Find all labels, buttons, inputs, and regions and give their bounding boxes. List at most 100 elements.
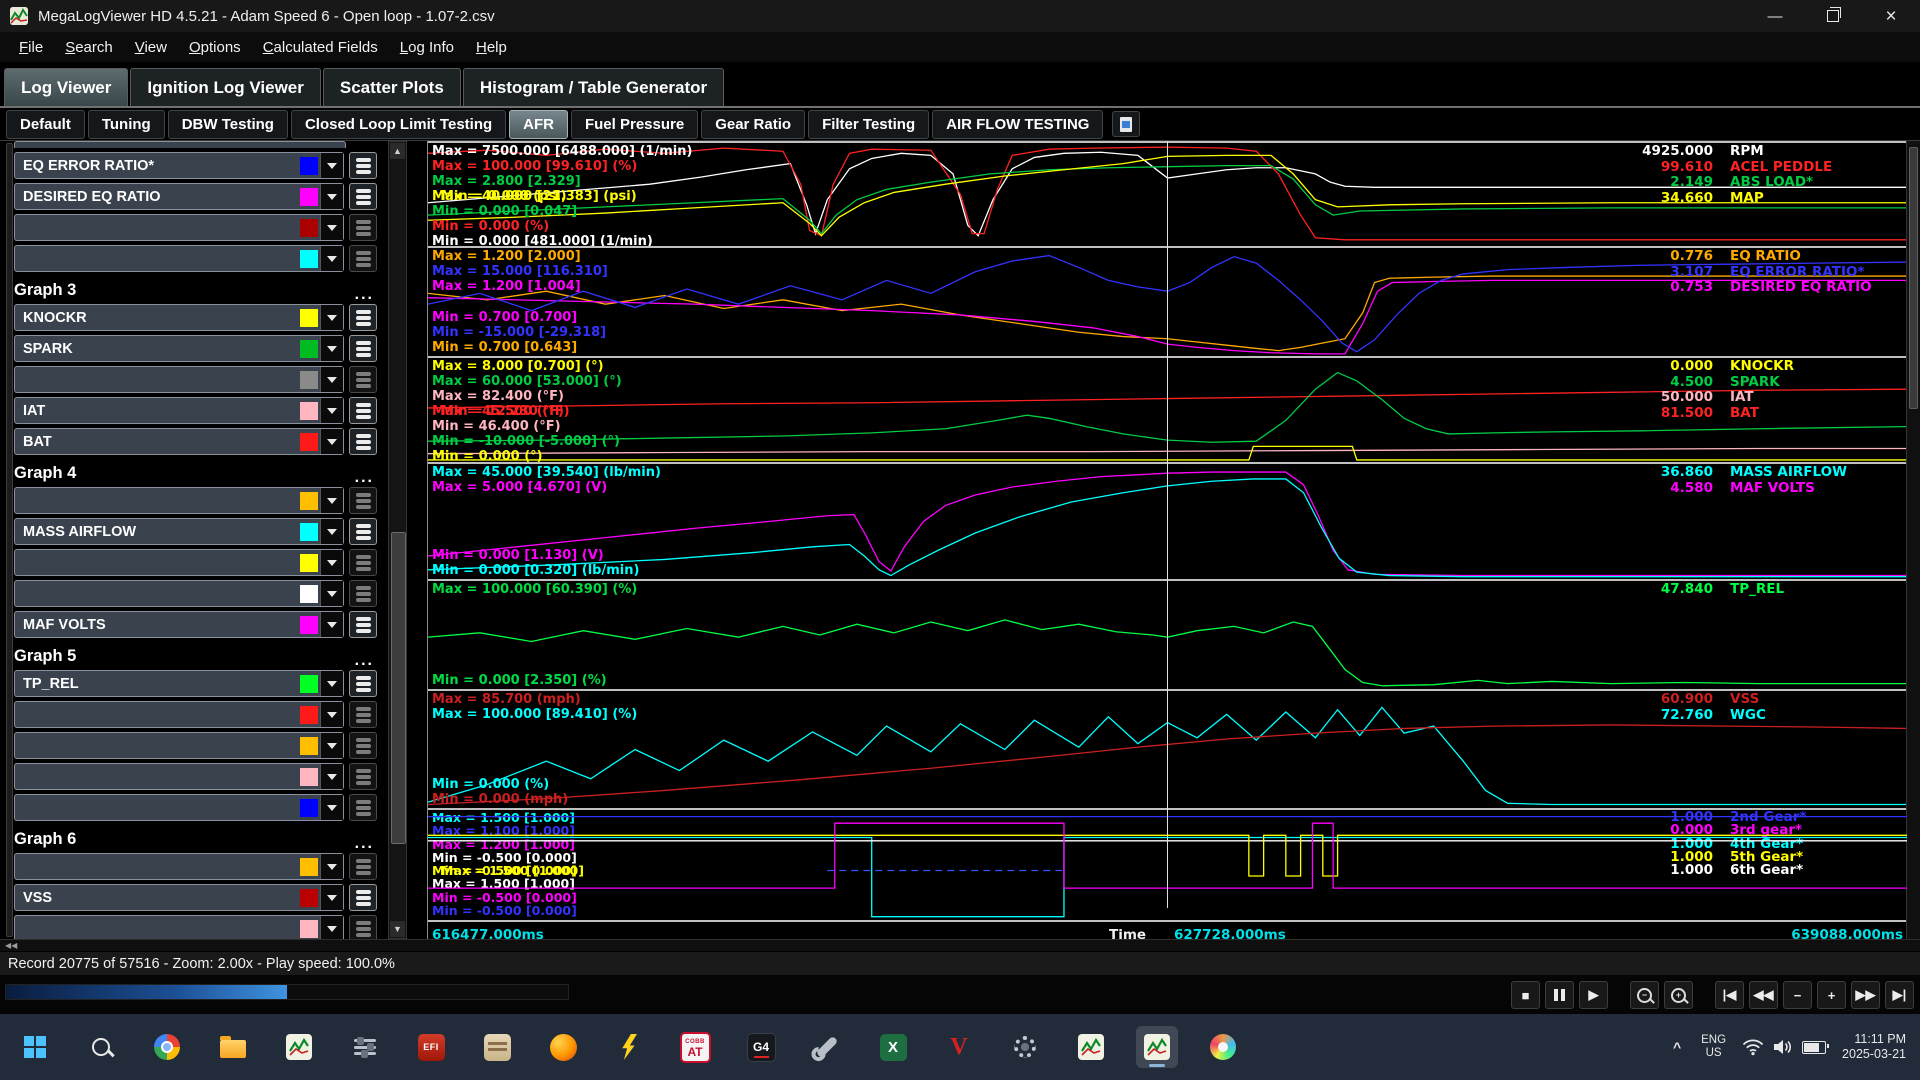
menu-help[interactable]: Help — [465, 35, 518, 60]
channel-settings-button[interactable] — [349, 304, 377, 331]
channel-select-iat[interactable]: IAT — [14, 397, 344, 424]
channel-select-empty[interactable] — [14, 366, 344, 393]
channel-settings-button[interactable] — [349, 428, 377, 455]
taskbar-mlv-chart-1[interactable] — [278, 1026, 320, 1068]
menu-calculated-fields[interactable]: Calculated Fields — [252, 35, 389, 60]
transport-slower[interactable]: − — [1783, 981, 1812, 1009]
chevron-down-icon[interactable] — [320, 429, 343, 454]
channel-settings-button[interactable] — [349, 214, 377, 241]
view-tab-afr[interactable]: AFR — [509, 110, 568, 139]
channel-select-empty[interactable] — [14, 853, 344, 880]
color-swatch[interactable] — [300, 920, 318, 938]
color-swatch[interactable] — [300, 402, 318, 420]
taskbar-cobb[interactable]: COBBAT — [674, 1026, 716, 1068]
color-swatch[interactable] — [300, 492, 318, 510]
channel-select-empty[interactable] — [14, 214, 344, 241]
chevron-down-icon[interactable] — [320, 246, 343, 271]
channel-select-empty[interactable] — [14, 732, 344, 759]
channel-select-desired-eq-ratio[interactable]: DESIRED EQ RATIO — [14, 183, 344, 210]
chevron-down-icon[interactable] — [320, 795, 343, 820]
view-tab-fuel-pressure[interactable]: Fuel Pressure — [571, 110, 698, 139]
channel-select-empty[interactable] — [14, 794, 344, 821]
taskbar-start[interactable] — [14, 1026, 56, 1068]
taskbar-g4[interactable]: G4 — [740, 1026, 782, 1068]
tab-ignition-log-viewer[interactable]: Ignition Log Viewer — [130, 68, 320, 106]
channel-settings-button[interactable] — [349, 732, 377, 759]
taskbar-mlv-chart-2[interactable] — [1070, 1026, 1112, 1068]
taskbar-paint[interactable] — [1202, 1026, 1244, 1068]
color-swatch[interactable] — [300, 858, 318, 876]
channel-settings-button[interactable] — [349, 183, 377, 210]
tab-log-viewer[interactable]: Log Viewer — [4, 68, 128, 106]
view-tab-default[interactable]: Default — [6, 110, 85, 139]
menu-view[interactable]: View — [124, 35, 178, 60]
color-swatch[interactable] — [300, 433, 318, 451]
channel-select-tp-rel[interactable]: TP_REL — [14, 670, 344, 697]
channel-settings-button[interactable] — [349, 518, 377, 545]
transport-zoom-in[interactable]: + — [1664, 981, 1693, 1009]
channel-select-empty[interactable] — [14, 915, 344, 939]
channel-select-knockr[interactable]: KNOCKR — [14, 304, 344, 331]
taskbar-sliders[interactable] — [344, 1026, 386, 1068]
transport-faster[interactable]: + — [1817, 981, 1846, 1009]
tab-histogram-table-generator[interactable]: Histogram / Table Generator — [463, 68, 724, 106]
channel-select-eq-error-ratio[interactable]: EQ ERROR RATIO* — [14, 152, 344, 179]
color-swatch[interactable] — [300, 340, 318, 358]
channel-settings-button[interactable] — [349, 884, 377, 911]
group-options-button[interactable]: ... — [355, 656, 374, 666]
channel-select-maf-volts[interactable]: MAF VOLTS — [14, 611, 344, 638]
chevron-down-icon[interactable] — [320, 336, 343, 361]
channel-select-vss[interactable]: VSS — [14, 884, 344, 911]
menu-log-info[interactable]: Log Info — [389, 35, 465, 60]
chevron-down-icon[interactable] — [320, 215, 343, 240]
chevron-down-icon[interactable] — [320, 184, 343, 209]
color-swatch[interactable] — [300, 585, 318, 603]
color-swatch[interactable] — [300, 768, 318, 786]
chevron-down-icon[interactable] — [320, 398, 343, 423]
close-button[interactable]: × — [1862, 0, 1920, 32]
channel-settings-button[interactable] — [349, 701, 377, 728]
color-swatch[interactable] — [300, 675, 318, 693]
time-cursor[interactable] — [1167, 141, 1168, 908]
taskbar-browser[interactable] — [146, 1026, 188, 1068]
taskbar-wrench[interactable] — [806, 1026, 848, 1068]
chart-scrollbar[interactable] — [1906, 141, 1920, 939]
color-swatch[interactable] — [300, 889, 318, 907]
color-swatch[interactable] — [300, 554, 318, 572]
channel-select-empty[interactable] — [14, 549, 344, 576]
channel-select-empty[interactable] — [14, 487, 344, 514]
view-tab-gear-ratio[interactable]: Gear Ratio — [701, 110, 805, 139]
language-indicator[interactable]: ENG US — [1701, 1034, 1726, 1060]
transport-skip-start[interactable]: |◀ — [1715, 981, 1744, 1009]
chevron-down-icon[interactable] — [320, 854, 343, 879]
color-swatch[interactable] — [300, 188, 318, 206]
chevron-down-icon[interactable] — [320, 550, 343, 575]
taskbar-search[interactable] — [80, 1026, 122, 1068]
transport-stop[interactable]: ■ — [1511, 981, 1540, 1009]
menu-options[interactable]: Options — [178, 35, 252, 60]
channel-settings-button[interactable] — [349, 853, 377, 880]
channel-select-mass-airflow[interactable]: MASS AIRFLOW — [14, 518, 344, 545]
chevron-down-icon[interactable] — [320, 702, 343, 727]
channel-settings-button[interactable] — [349, 245, 377, 272]
channel-settings-button[interactable] — [349, 670, 377, 697]
group-options-button[interactable]: ... — [355, 473, 374, 483]
chevron-down-icon[interactable] — [320, 519, 343, 544]
chevron-down-icon[interactable] — [320, 153, 343, 178]
channel-select-empty[interactable] — [14, 245, 344, 272]
add-view-button[interactable] — [1112, 111, 1140, 137]
channel-select-empty[interactable] — [14, 763, 344, 790]
taskbar-excel[interactable]: X — [872, 1026, 914, 1068]
menu-file[interactable]: File — [8, 35, 54, 60]
channel-select-spark[interactable]: SPARK — [14, 335, 344, 362]
taskbar-mlv-chart-active[interactable] — [1136, 1026, 1178, 1068]
chevron-down-icon[interactable] — [320, 367, 343, 392]
chevron-down-icon[interactable] — [320, 764, 343, 789]
color-swatch[interactable] — [300, 371, 318, 389]
chevron-down-icon[interactable] — [320, 733, 343, 758]
taskbar-clock[interactable]: 11:11 PM 2025-03-21 — [1842, 1032, 1906, 1062]
minimize-button[interactable]: — — [1746, 0, 1804, 32]
scroll-down-icon[interactable]: ▼ — [390, 921, 405, 937]
channel-settings-button[interactable] — [349, 397, 377, 424]
color-swatch[interactable] — [300, 523, 318, 541]
